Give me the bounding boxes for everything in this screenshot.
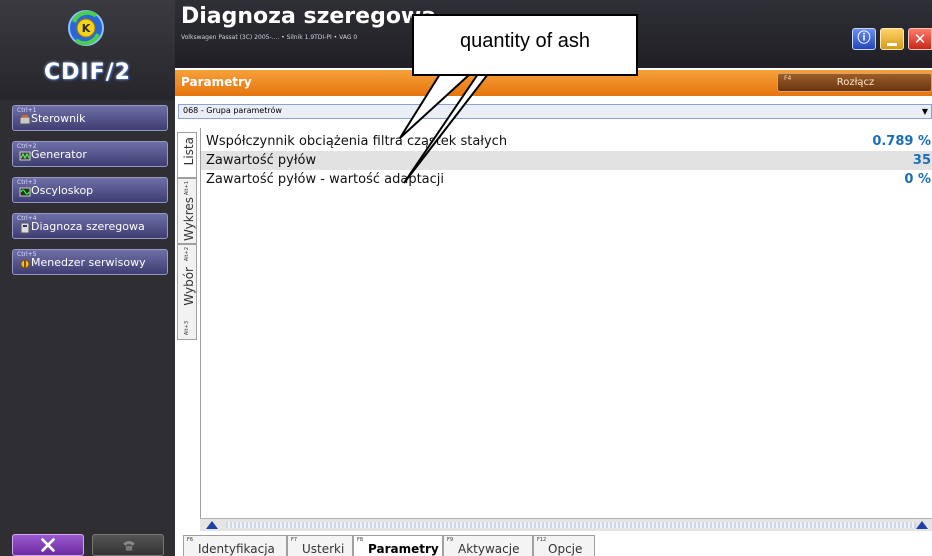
parameter-group-value: 068 - Grupa parametrów: [183, 106, 282, 115]
logo-area: K CDIF/2: [0, 0, 175, 100]
tools-button[interactable]: [12, 534, 84, 556]
sidebar-item-label: Oscyloskop: [31, 184, 94, 197]
sidebar-item-label: Diagnoza szeregowa: [31, 220, 145, 233]
tab-identyfikacja[interactable]: F6 Identyfikacja: [183, 535, 287, 556]
tab-label: Identyfikacja: [198, 542, 275, 556]
hotkey-label: Alt+2: [184, 247, 190, 262]
tab-wykres[interactable]: Alt+1 Wykres: [177, 178, 197, 244]
sidebar-item-generator[interactable]: Ctrl+2 Generator: [12, 141, 168, 167]
service-manager-icon: [20, 259, 30, 269]
sidebar: K CDIF/2 Ctrl+1 Sterownik Ctrl+2 Generat…: [0, 0, 175, 556]
scroll-up-arrow-icon[interactable]: [206, 521, 218, 529]
sidebar-item-diagnoza-szeregowa[interactable]: Ctrl+4 Diagnoza szeregowa: [12, 213, 168, 239]
hotkey-label: Alt+3: [184, 321, 190, 336]
phone-button[interactable]: [92, 534, 164, 556]
tab-label: Opcje: [548, 542, 583, 556]
sidebar-item-sterownik[interactable]: Ctrl+1 Sterownik: [12, 105, 168, 131]
table-row[interactable]: Współczynnik obciążenia filtra cząstek s…: [201, 132, 932, 151]
hotkey-label: F6: [187, 537, 194, 543]
horizontal-scrollbar[interactable]: [200, 518, 932, 531]
parameter-value: 0.789 %: [872, 134, 931, 149]
chevron-down-icon: ▼: [921, 107, 928, 116]
hotkey-label: F9: [447, 537, 454, 543]
sidebar-item-oscyloskop[interactable]: Ctrl+3 Oscyloskop: [12, 177, 168, 203]
generator-icon: [19, 151, 31, 161]
parameter-value: 0 %: [904, 172, 931, 187]
hotkey-label: F12: [537, 537, 547, 543]
hotkey-label: F7: [291, 537, 298, 543]
sidebar-item-label: Menedzer serwisowy: [31, 256, 146, 269]
tab-label: Wykres: [182, 197, 196, 242]
minimize-button[interactable]: [880, 28, 904, 50]
sidebar-item-label: Sterownik: [31, 112, 86, 125]
tab-label: Lista: [182, 137, 196, 166]
logo-icon: K: [68, 10, 104, 46]
tab-label: Usterki: [302, 542, 345, 556]
disconnect-label: Rozłącz: [836, 77, 875, 88]
svg-text:K: K: [82, 22, 91, 35]
parameter-name: Współczynnik obciążenia filtra cząstek s…: [206, 134, 508, 149]
parameter-value: 35: [912, 153, 931, 168]
serial-diagnosis-icon: [20, 222, 30, 234]
tab-usterki[interactable]: F7 Usterki: [287, 535, 353, 556]
controller-icon: [19, 115, 31, 125]
app-title: Diagnoza szeregowa: [181, 4, 437, 29]
tab-lista[interactable]: Lista: [177, 132, 197, 178]
bottom-tabs: F6 Identyfikacja F7 Usterki F8 Parametry…: [175, 531, 932, 556]
phone-icon: [123, 541, 135, 551]
vertical-tabs: Lista Alt+1 Wykres Alt+2 Wybór Alt+3: [175, 128, 198, 528]
parameter-name: Zawartość pyłów: [206, 153, 317, 168]
tab-label: Wybór: [182, 267, 196, 306]
parameter-name: Zawartość pyłów - wartość adaptacji: [206, 172, 445, 187]
callout-box: quantity of ash: [412, 14, 638, 76]
logo-text: CDIF/2: [44, 60, 131, 85]
sidebar-bottom-buttons: [0, 530, 175, 556]
table-row[interactable]: Zawartość pyłów - wartość adaptacji 0 %: [201, 170, 932, 189]
oscilloscope-icon: [19, 187, 31, 197]
parameter-list: Współczynnik obciążenia filtra cząstek s…: [200, 128, 932, 518]
disconnect-button[interactable]: F4 Rozłącz: [777, 73, 932, 92]
tab-aktywacje[interactable]: F9 Aktywacje: [443, 535, 533, 556]
tab-label: Parametry: [368, 542, 439, 556]
scroll-up-arrow-icon[interactable]: [916, 521, 928, 529]
hotkey-label: F8: [357, 537, 364, 543]
vehicle-info: Volkswagen Passat (3C) 2005-.... • Silni…: [181, 34, 358, 41]
scrollbar-track[interactable]: [226, 522, 916, 528]
info-icon: ⓘ: [857, 31, 871, 46]
info-button[interactable]: ⓘ: [852, 28, 876, 50]
sidebar-item-label: Generator: [31, 148, 87, 161]
tools-icon: [41, 538, 55, 552]
tab-parametry[interactable]: F8 Parametry: [353, 535, 443, 556]
tab-opcje[interactable]: F12 Opcje: [533, 535, 595, 556]
callout-text: quantity of ash: [459, 30, 591, 52]
close-icon: ✕: [913, 30, 927, 48]
parameter-group-select[interactable]: 068 - Grupa parametrów ▼: [178, 104, 932, 119]
hotkey-label: Alt+1: [184, 181, 190, 196]
close-button[interactable]: ✕: [908, 28, 932, 50]
sidebar-item-menedzer-serwisowy[interactable]: Ctrl+5 Menedzer serwisowy: [12, 249, 168, 275]
table-row[interactable]: Zawartość pyłów 35: [201, 151, 932, 170]
tab-label: Aktywacje: [458, 542, 520, 556]
section-title: Parametry: [181, 75, 252, 89]
tab-wybor[interactable]: Alt+2 Wybór Alt+3: [177, 244, 197, 340]
